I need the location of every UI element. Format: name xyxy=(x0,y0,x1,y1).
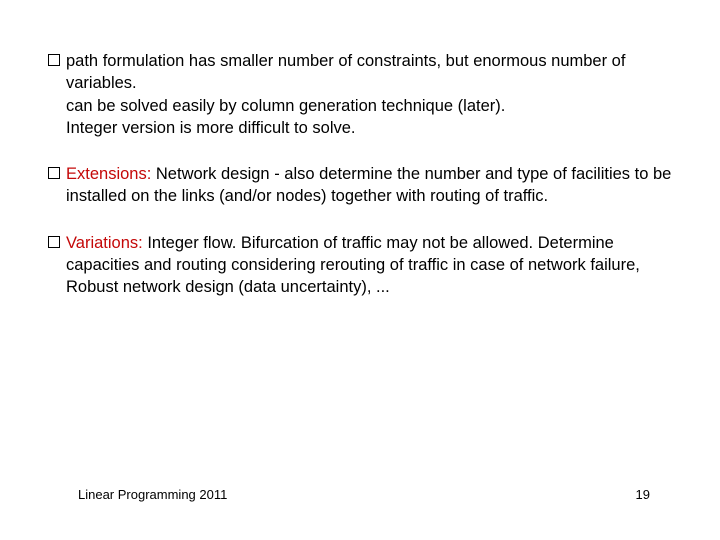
square-bullet-icon xyxy=(48,54,60,66)
footer: Linear Programming 2011 19 xyxy=(0,486,720,504)
bullet-item: Extensions: Network design - also determ… xyxy=(48,163,672,208)
slide: path formulation has smaller number of c… xyxy=(0,0,720,540)
bullet-first-line: Network design - also determine the numb… xyxy=(66,165,671,205)
square-bullet-icon xyxy=(48,167,60,179)
bullet-lead: Extensions: xyxy=(66,165,151,183)
bullet-item: path formulation has smaller number of c… xyxy=(48,50,672,139)
page-number: 19 xyxy=(636,486,650,504)
square-bullet-icon xyxy=(48,236,60,248)
bullet-item: Variations: Integer flow. Bifurcation of… xyxy=(48,232,672,299)
bullet-lead: Variations: xyxy=(66,234,143,252)
footer-left: Linear Programming 2011 xyxy=(78,486,227,504)
bullet-first-line: Integer flow. Bifurcation of traffic may… xyxy=(66,234,640,297)
bullet-first-line: path formulation has smaller number of c… xyxy=(66,52,625,92)
bullet-sub-line: Integer version is more difficult to sol… xyxy=(66,117,672,139)
bullet-sub-line: can be solved easily by column generatio… xyxy=(66,95,672,117)
